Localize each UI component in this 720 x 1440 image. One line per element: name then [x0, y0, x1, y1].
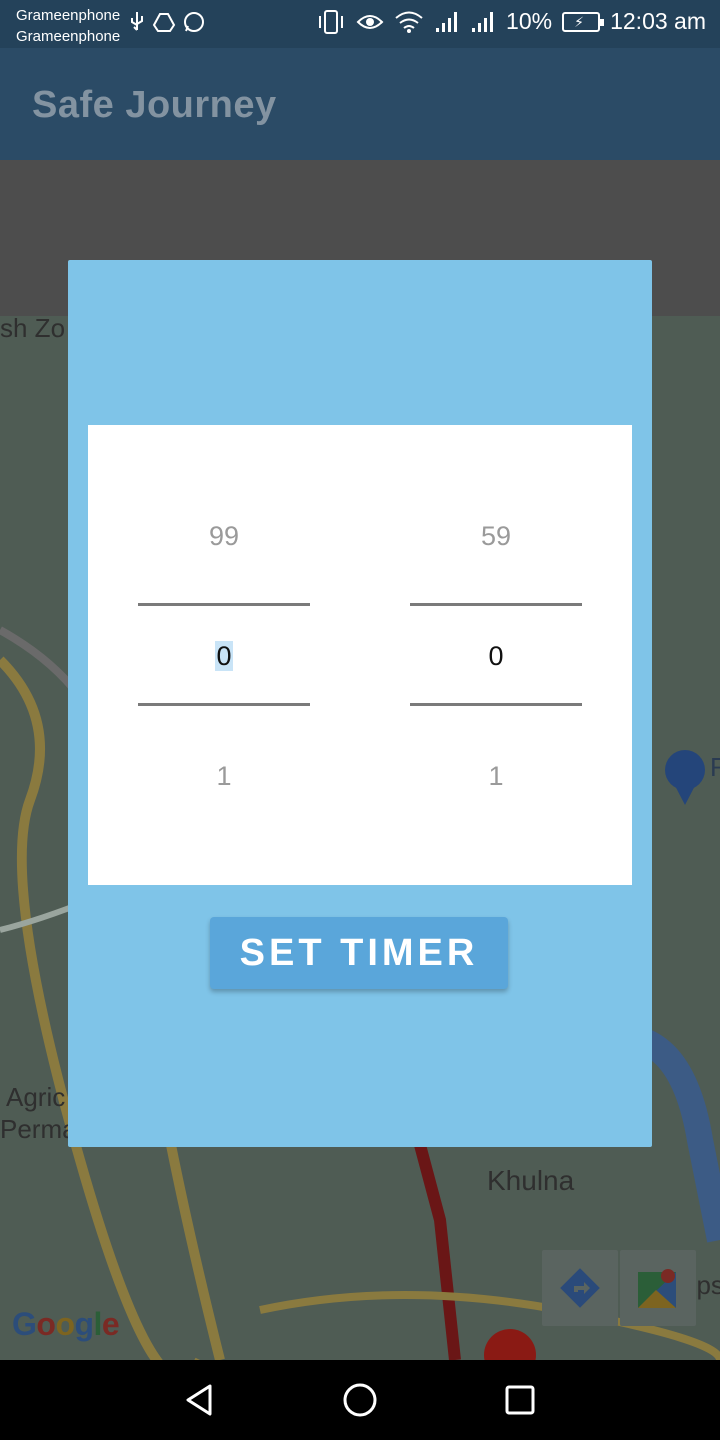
map-label-agri-2: Perma: [0, 1114, 77, 1144]
google-letter: l: [93, 1306, 103, 1342]
app-title: Safe Journey: [32, 84, 277, 126]
google-letter: G: [12, 1306, 37, 1342]
minutes-current-value[interactable]: 0: [410, 641, 582, 671]
map-label-agri-1: Agric: [6, 1082, 66, 1112]
map-label-city: Khulna: [487, 1165, 575, 1196]
usb-icon: [131, 12, 143, 31]
minutes-prev-value[interactable]: 59: [410, 521, 582, 551]
google-logo: Google: [12, 1306, 120, 1343]
vibrate-icon: [319, 9, 344, 34]
signal-icon-2: [472, 11, 494, 32]
system-icons: 10% ⚡ 12:03 am: [316, 8, 706, 35]
google-letter: g: [74, 1306, 94, 1342]
google-letter: o: [55, 1306, 75, 1342]
wifi-icon: [395, 11, 423, 33]
hours-current-value[interactable]: 0: [138, 641, 310, 671]
recents-icon: [505, 1385, 535, 1415]
google-letter: o: [36, 1306, 56, 1342]
google-letter: e: [101, 1306, 120, 1342]
navigation-bar: [0, 1360, 720, 1440]
hours-divider-top: [138, 603, 310, 606]
minutes-picker[interactable]: 59 0 1: [410, 425, 582, 885]
timer-picker: 99 0 1 59 0 1: [88, 425, 632, 885]
whatsapp-icon: [184, 12, 204, 32]
carrier-1: Grameenphone: [16, 7, 121, 24]
battery-percent: 10%: [506, 8, 553, 34]
battery-icon: ⚡: [562, 11, 605, 32]
map-label-zone: sh Zo: [0, 313, 66, 343]
status-bar: Grameenphone Grameenphone 10% ⚡ 12:03 am: [0, 0, 720, 48]
clock: 12:03 am: [610, 8, 706, 34]
signal-icon-1: [436, 11, 458, 32]
home-button[interactable]: [340, 1380, 380, 1420]
recents-button[interactable]: [500, 1380, 540, 1420]
google-maps-icon: [638, 1269, 676, 1308]
eye-comfort-icon: [356, 14, 384, 29]
hours-selected-text[interactable]: 0: [215, 641, 233, 671]
hours-next-value[interactable]: 1: [138, 761, 310, 791]
carrier-info: Grameenphone Grameenphone: [16, 5, 120, 47]
minutes-divider-top: [410, 603, 582, 606]
home-icon: [343, 1383, 377, 1417]
minutes-divider-bottom: [410, 703, 582, 706]
back-button[interactable]: [180, 1380, 220, 1420]
set-timer-button[interactable]: SET TIMER: [210, 917, 508, 989]
hours-picker[interactable]: 99 0 1: [138, 425, 310, 885]
drive-icon: [152, 13, 176, 32]
map-label-right: R: [710, 752, 720, 782]
hours-prev-value[interactable]: 99: [138, 521, 310, 551]
back-icon: [186, 1384, 212, 1416]
minutes-next-value[interactable]: 1: [410, 761, 582, 791]
open-in-maps-button[interactable]: [620, 1250, 696, 1326]
directions-button[interactable]: [542, 1250, 618, 1326]
timer-dialog: 99 0 1 59 0 1 SET TIMER: [68, 260, 652, 1147]
notification-icons: [128, 10, 206, 34]
hours-divider-bottom: [138, 703, 310, 706]
directions-icon: [560, 1268, 600, 1308]
carrier-2: Grameenphone: [16, 28, 121, 45]
